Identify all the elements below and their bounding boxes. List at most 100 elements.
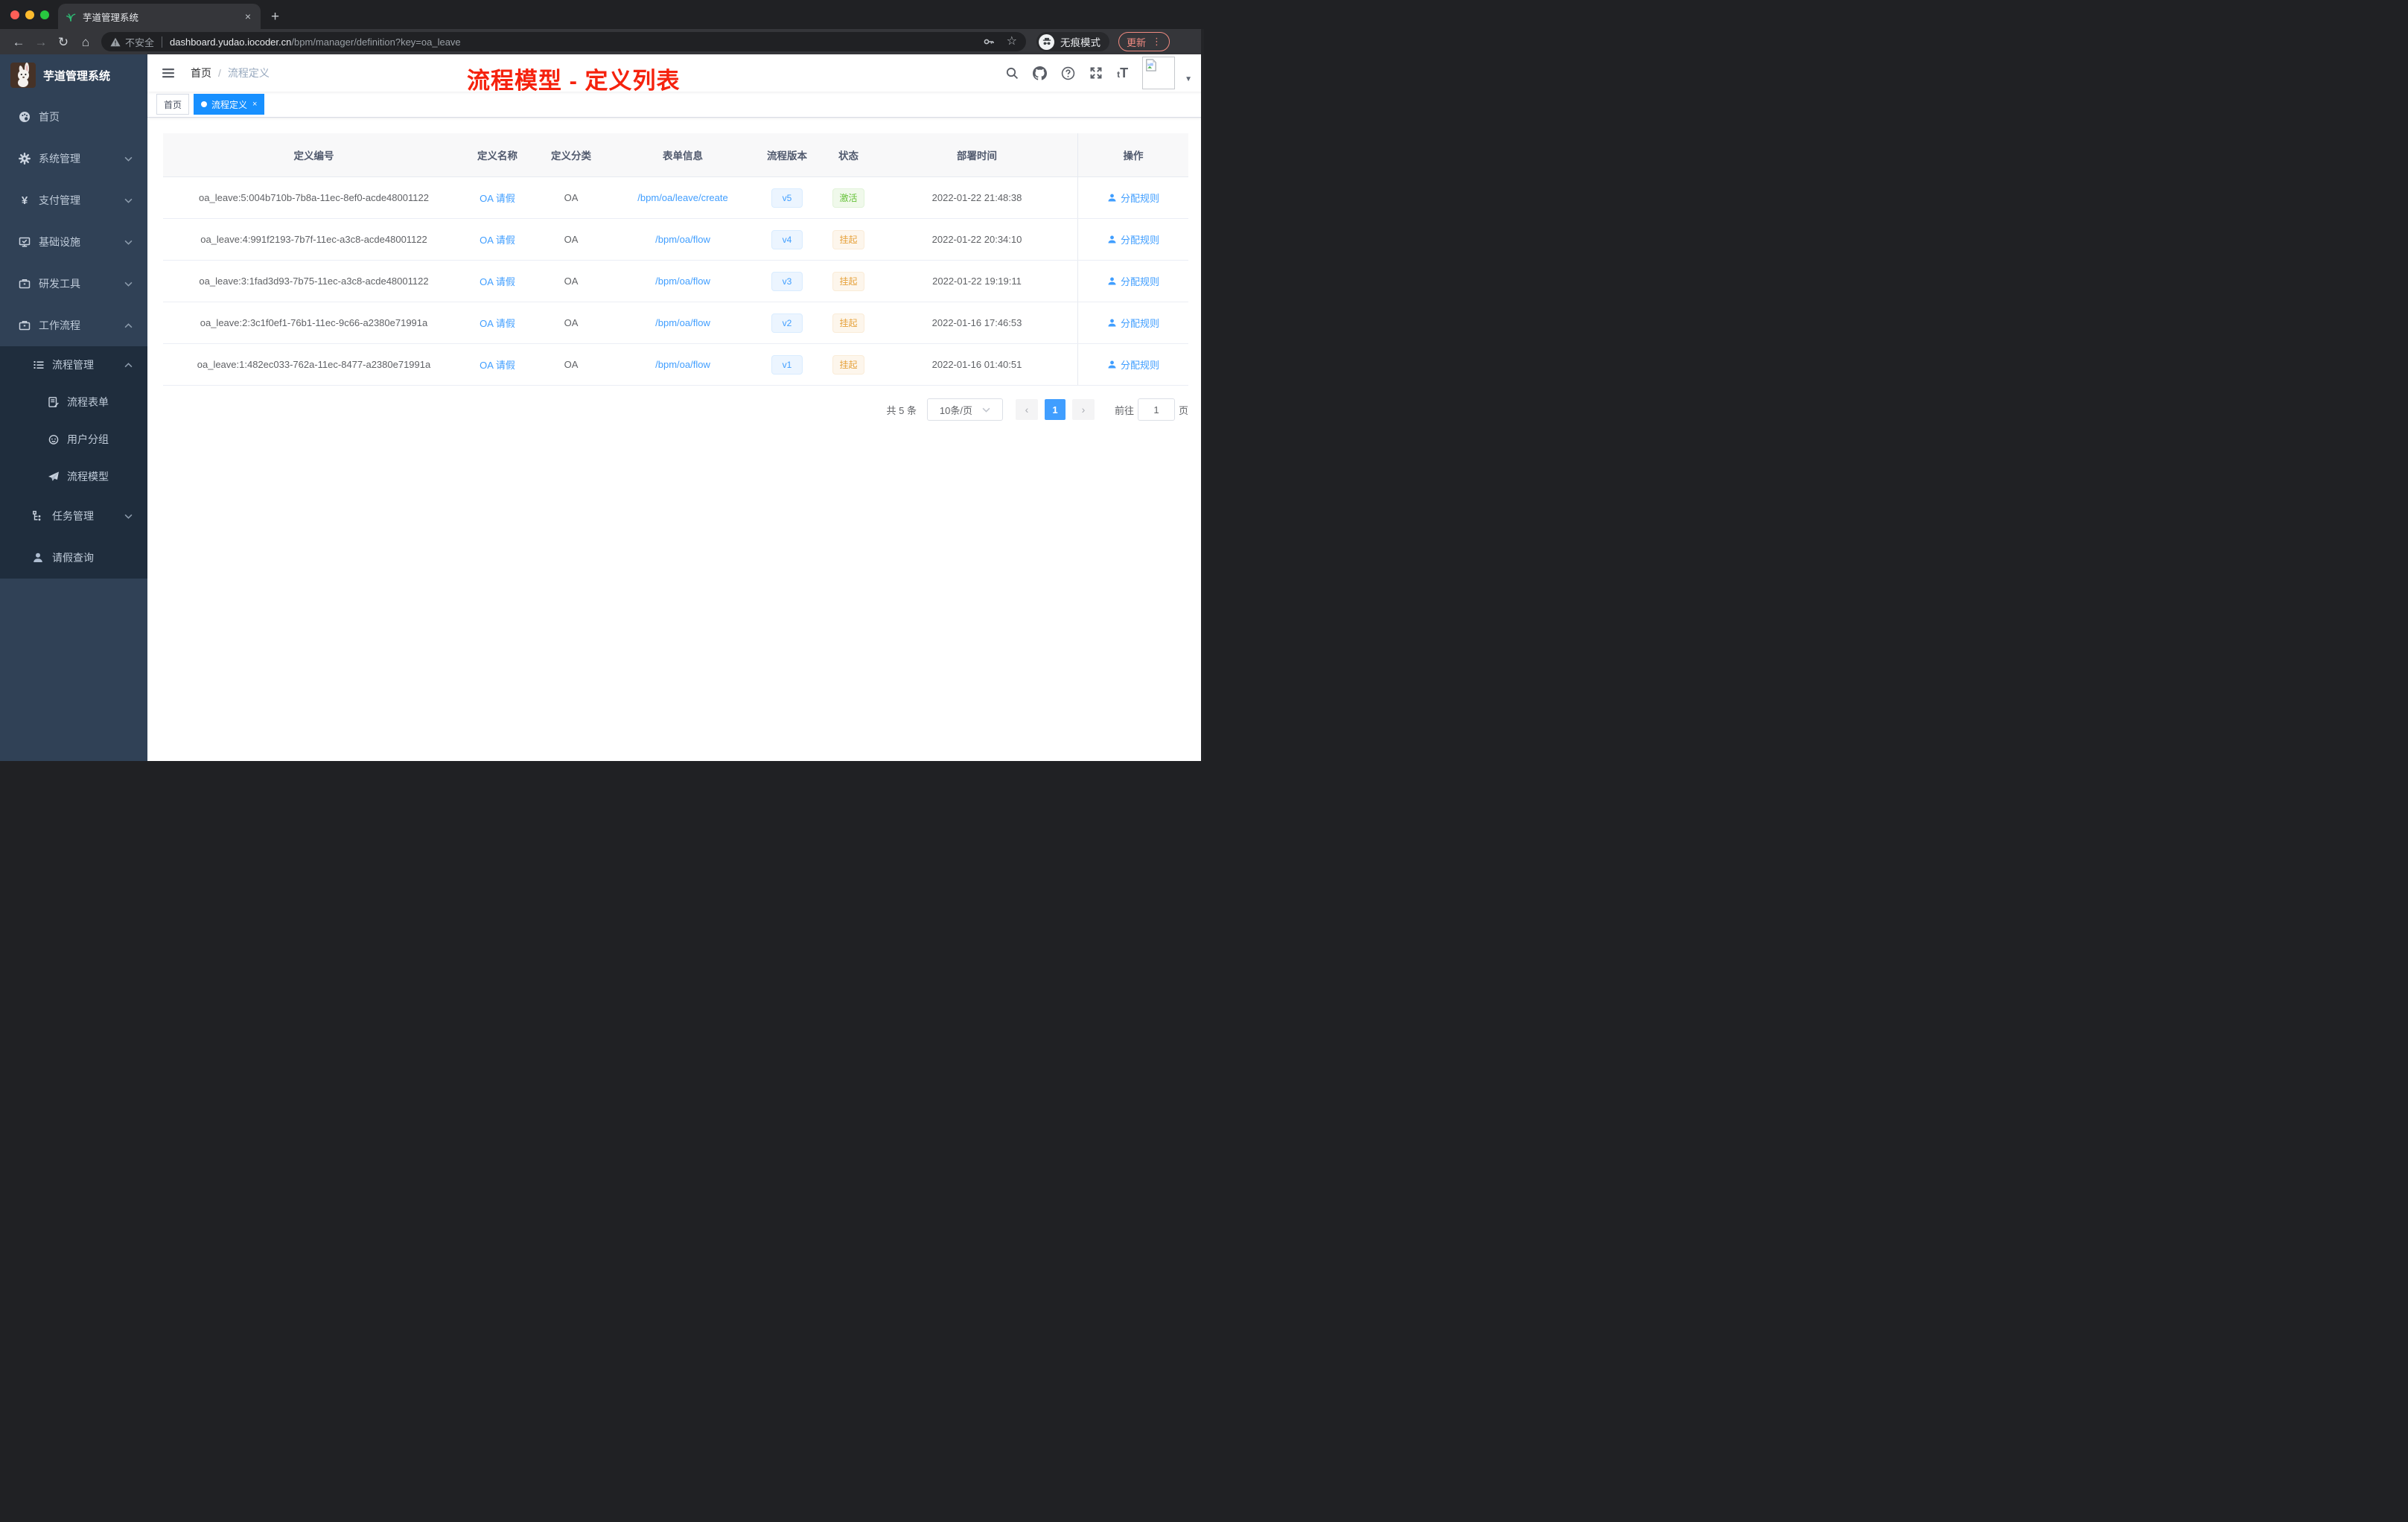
status-badge: 激活	[832, 188, 864, 208]
form-link[interactable]: /bpm/oa/flow	[655, 234, 710, 245]
address-bar[interactable]: 不安全 dashboard.yudao.iocoder.cn /bpm/mana…	[101, 32, 1026, 51]
definition-name-link[interactable]: OA 请假	[480, 316, 515, 330]
maximize-window-button[interactable]	[40, 10, 49, 19]
tab-title: 芋道管理系统	[83, 12, 139, 23]
definition-name-link[interactable]: OA 请假	[480, 232, 515, 246]
avatar-caret-icon[interactable]: ▼	[1185, 75, 1192, 83]
assign-rule-link[interactable]: 分配规则	[1107, 191, 1159, 205]
browser-menu-icon[interactable]: ⋮	[1152, 36, 1162, 48]
sidebar-item-label: 流程表单	[67, 396, 109, 408]
status-badge: 挂起	[832, 313, 864, 333]
sidebar-item-label: 流程管理	[52, 359, 94, 371]
new-tab-button[interactable]: +	[271, 10, 279, 24]
sidebar-item-label: 基础设施	[39, 236, 80, 248]
sidebar-item-label: 用户分组	[67, 433, 109, 445]
sidebar-item-workflow[interactable]: 工作流程	[0, 305, 147, 346]
browser-window: 芋道管理系统 × + ← → ↻ ⌂ 不安全 dashboard.yudao.i…	[0, 0, 1204, 761]
breadcrumb-home[interactable]: 首页	[191, 66, 211, 80]
sidebar-item-process-model[interactable]: 流程模型	[0, 458, 147, 495]
annotation-title: 流程模型 - 定义列表	[467, 68, 681, 94]
form-link[interactable]: /bpm/oa/flow	[655, 359, 710, 370]
gear-icon	[19, 153, 31, 165]
sidebar-item-label: 工作流程	[39, 319, 80, 331]
breadcrumb: 首页 / 流程定义	[191, 66, 270, 80]
tag-process-definition[interactable]: 流程定义 ×	[194, 94, 265, 115]
next-page-button[interactable]: ›	[1071, 399, 1095, 420]
definition-name-link[interactable]: OA 请假	[480, 274, 515, 288]
github-icon[interactable]	[1033, 66, 1048, 80]
window-controls	[0, 0, 58, 29]
breadcrumb-current: 流程定义	[227, 67, 270, 79]
sidebar-item-leave-query[interactable]: 请假查询	[0, 537, 147, 579]
bookmark-star-icon[interactable]: ☆	[1007, 36, 1017, 48]
tag-home[interactable]: 首页	[156, 94, 190, 115]
page-size-value: 10条/页	[939, 404, 972, 416]
current-page-button[interactable]: 1	[1044, 399, 1066, 420]
chevron-down-icon	[124, 514, 133, 519]
form-link[interactable]: /bpm/oa/flow	[655, 276, 710, 287]
assign-rule-link[interactable]: 分配规则	[1107, 316, 1159, 330]
definition-name-link[interactable]: OA 请假	[480, 191, 515, 205]
sidebar-item-label: 支付管理	[39, 194, 80, 206]
sidebar-item-system[interactable]: 系统管理	[0, 138, 147, 179]
assign-rule-label: 分配规则	[1120, 276, 1159, 287]
pagination-total: 共 5 条	[886, 404, 917, 416]
tab-close-icon[interactable]: ×	[243, 10, 253, 22]
sidebar-item-process-form[interactable]: 流程表单	[0, 383, 147, 421]
fullscreen-icon[interactable]	[1089, 66, 1103, 80]
table-row: oa_leave:5:004b710b-7b8a-11ec-8ef0-acde4…	[163, 177, 1188, 219]
version-badge: v1	[771, 354, 803, 375]
app-logo-row: 芋道管理系统	[0, 54, 147, 96]
definition-category: OA	[564, 234, 579, 245]
active-tag-dot	[201, 101, 208, 107]
person-icon	[1108, 194, 1116, 202]
form-link[interactable]: /bpm/oa/flow	[655, 317, 710, 328]
browser-tab[interactable]: 芋道管理系统 ×	[58, 4, 261, 29]
deploy-time: 2022-01-22 21:48:38	[931, 192, 1022, 203]
chevron-down-icon	[124, 156, 133, 162]
deploy-time: 2022-01-22 20:34:10	[931, 234, 1022, 245]
column-header: 流程版本	[767, 150, 807, 162]
assign-rule-link[interactable]: 分配规则	[1107, 274, 1159, 288]
prev-page-button[interactable]: ‹	[1015, 399, 1038, 420]
password-key-icon[interactable]	[983, 36, 995, 48]
font-size-icon[interactable]: tT	[1117, 66, 1128, 80]
assign-rule-link[interactable]: 分配规则	[1107, 232, 1159, 246]
form-link[interactable]: /bpm/oa/leave/create	[637, 192, 727, 203]
update-browser-button[interactable]: 更新 ⋮	[1118, 32, 1170, 51]
column-header: 部署时间	[957, 150, 997, 162]
home-button[interactable]: ⌂	[74, 36, 97, 48]
table-row: oa_leave:4:991f2193-7b7f-11ec-a3c8-acde4…	[163, 219, 1188, 261]
sidebar-item-payment[interactable]: ¥ 支付管理	[0, 179, 147, 221]
sidebar-item-home[interactable]: 首页	[0, 96, 147, 138]
minimize-window-button[interactable]	[25, 10, 34, 19]
workflow-submenu: 流程管理 流程表单 用户分组 流程模型 任务管理 请假查询	[0, 346, 147, 579]
definition-id: oa_leave:4:991f2193-7b7f-11ec-a3c8-acde4…	[200, 234, 427, 245]
tag-close-icon[interactable]: ×	[252, 100, 257, 109]
sidebar-item-user-group[interactable]: 用户分组	[0, 421, 147, 458]
assign-rule-link[interactable]: 分配规则	[1107, 357, 1159, 372]
close-window-button[interactable]	[10, 10, 19, 19]
dashboard-icon	[19, 112, 30, 122]
sidebar-item-devtools[interactable]: 研发工具	[0, 263, 147, 305]
assign-rule-label: 分配规则	[1120, 235, 1159, 246]
help-icon[interactable]	[1061, 66, 1075, 80]
sidebar-item-infrastructure[interactable]: 基础设施	[0, 221, 147, 263]
sidebar-item-process-management[interactable]: 流程管理	[0, 346, 147, 383]
hamburger-icon[interactable]	[156, 66, 180, 80]
page-size-select[interactable]: 10条/页	[926, 398, 1003, 421]
forward-button[interactable]: →	[30, 36, 52, 48]
avatar[interactable]	[1142, 57, 1176, 89]
table-header-row: 定义编号 定义名称 定义分类 表单信息 流程版本 状态 部署时间 操作	[163, 133, 1188, 177]
back-button[interactable]: ←	[7, 36, 30, 48]
search-icon[interactable]	[1005, 66, 1019, 80]
status-badge: 挂起	[832, 271, 864, 291]
version-badge: v2	[771, 313, 803, 333]
sidebar-item-task-management[interactable]: 任务管理	[0, 495, 147, 537]
deploy-time: 2022-01-16 01:40:51	[931, 359, 1022, 370]
toolbox-icon	[19, 321, 31, 331]
reload-button[interactable]: ↻	[52, 36, 74, 48]
column-header: 定义名称	[477, 150, 517, 162]
goto-page-input[interactable]	[1137, 398, 1175, 421]
definition-name-link[interactable]: OA 请假	[480, 357, 515, 372]
